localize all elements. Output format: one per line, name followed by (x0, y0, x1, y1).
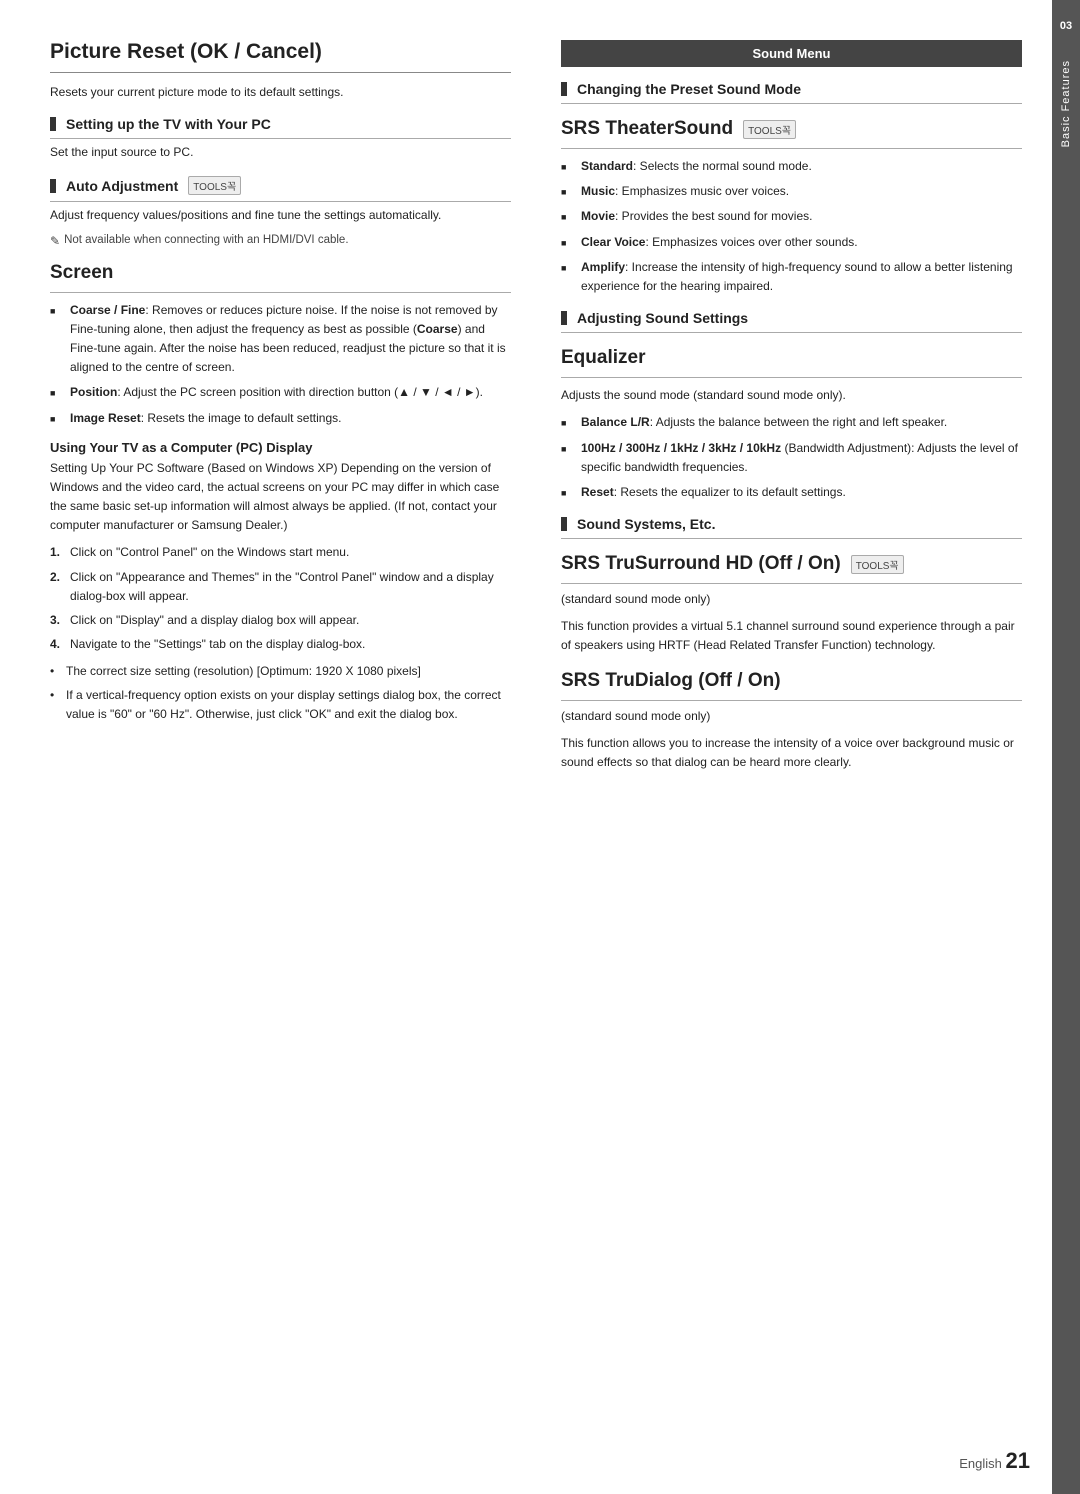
changing-preset-heading: Changing the Preset Sound Mode (561, 81, 1022, 104)
using-tv-heading: Using Your TV as a Computer (PC) Display (50, 440, 511, 455)
auto-adjustment-tools-badge: TOOLS꼭 (188, 176, 241, 195)
dot-items-list: The correct size setting (resolution) [O… (50, 662, 511, 724)
step-2: 2.Click on "Appearance and Themes" in th… (50, 568, 511, 606)
screen-bullet-2: Position: Adjust the PC screen position … (50, 383, 511, 402)
using-tv-desc1: Setting Up Your PC Software (Based on Wi… (50, 459, 511, 536)
eq-bullet-reset: Reset: Resets the equalizer to its defau… (561, 483, 1022, 502)
screen-bullet-3: Image Reset: Resets the image to default… (50, 409, 511, 428)
auto-adjustment-note: Not available when connecting with an HD… (50, 234, 511, 248)
screen-heading: Screen (50, 262, 511, 293)
adjusting-sound-heading: Adjusting Sound Settings (561, 310, 1022, 333)
sound-menu-header: Sound Menu (561, 40, 1022, 67)
step-3: 3.Click on "Display" and a display dialo… (50, 611, 511, 630)
srs-truedialog-desc: This function allows you to increase the… (561, 734, 1022, 772)
srs-bullet-movie: Movie: Provides the best sound for movie… (561, 207, 1022, 226)
equalizer-desc: Adjusts the sound mode (standard sound m… (561, 386, 1022, 405)
auto-adjustment-heading: Auto Adjustment TOOLS꼭 (50, 176, 511, 202)
srs-theater-tools-badge: TOOLS꼭 (743, 120, 796, 139)
screen-bullet-1: Coarse / Fine: Removes or reduces pictur… (50, 301, 511, 378)
srs-trusurround-tools-badge: TOOLS꼭 (851, 555, 904, 574)
step-4: 4.Navigate to the "Settings" tab on the … (50, 635, 511, 654)
dot-item-1: The correct size setting (resolution) [O… (50, 662, 511, 681)
step-1: 1.Click on "Control Panel" on the Window… (50, 543, 511, 562)
srs-bullet-music: Music: Emphasizes music over voices. (561, 182, 1022, 201)
srs-trusurround-note: (standard sound mode only) (561, 590, 1022, 609)
picture-reset-title: Picture Reset (OK / Cancel) (50, 40, 511, 73)
srs-bullet-clearvoice: Clear Voice: Emphasizes voices over othe… (561, 233, 1022, 252)
side-tab-label: Basic Features (1060, 60, 1072, 147)
sound-systems-heading: Sound Systems, Etc. (561, 516, 1022, 539)
equalizer-bullets: Balance L/R: Adjusts the balance between… (561, 413, 1022, 502)
screen-bullet-list: Coarse / Fine: Removes or reduces pictur… (50, 301, 511, 428)
srs-trusurround-heading: SRS TruSurround HD (Off / On) TOOLS꼭 (561, 553, 1022, 584)
srs-theater-bullets: Standard: Selects the normal sound mode.… (561, 157, 1022, 296)
srs-bullet-standard: Standard: Selects the normal sound mode. (561, 157, 1022, 176)
srs-truedialog-heading: SRS TruDialog (Off / On) (561, 670, 1022, 701)
numbered-steps-list: 1.Click on "Control Panel" on the Window… (50, 543, 511, 654)
auto-adjustment-desc: Adjust frequency values/positions and fi… (50, 206, 511, 225)
srs-theater-heading: SRS TheaterSound TOOLS꼭 (561, 118, 1022, 149)
eq-bullet-bandwidth: 100Hz / 300Hz / 1kHz / 3kHz / 10kHz (Ban… (561, 439, 1022, 477)
footer-page-number: 21 (1006, 1448, 1030, 1473)
picture-reset-desc: Resets your current picture mode to its … (50, 83, 511, 102)
setting-up-tv-desc: Set the input source to PC. (50, 143, 511, 162)
srs-truedialog-note: (standard sound mode only) (561, 707, 1022, 726)
srs-bullet-amplify: Amplify: Increase the intensity of high-… (561, 258, 1022, 296)
dot-item-2: If a vertical-frequency option exists on… (50, 686, 511, 724)
side-tab-number: 03 (1060, 20, 1072, 32)
srs-trusurround-desc: This function provides a virtual 5.1 cha… (561, 617, 1022, 655)
left-column: Picture Reset (OK / Cancel) Resets your … (50, 40, 521, 1434)
footer-language: English (959, 1456, 1002, 1471)
main-content: Picture Reset (OK / Cancel) Resets your … (0, 0, 1052, 1494)
page-footer: English 21 (959, 1448, 1030, 1474)
page-container: Picture Reset (OK / Cancel) Resets your … (0, 0, 1080, 1494)
side-tab: 03 Basic Features (1052, 0, 1080, 1494)
eq-bullet-balance: Balance L/R: Adjusts the balance between… (561, 413, 1022, 432)
setting-up-tv-heading: Setting up the TV with Your PC (50, 116, 511, 139)
right-column: Sound Menu Changing the Preset Sound Mod… (551, 40, 1022, 1434)
equalizer-heading: Equalizer (561, 347, 1022, 378)
